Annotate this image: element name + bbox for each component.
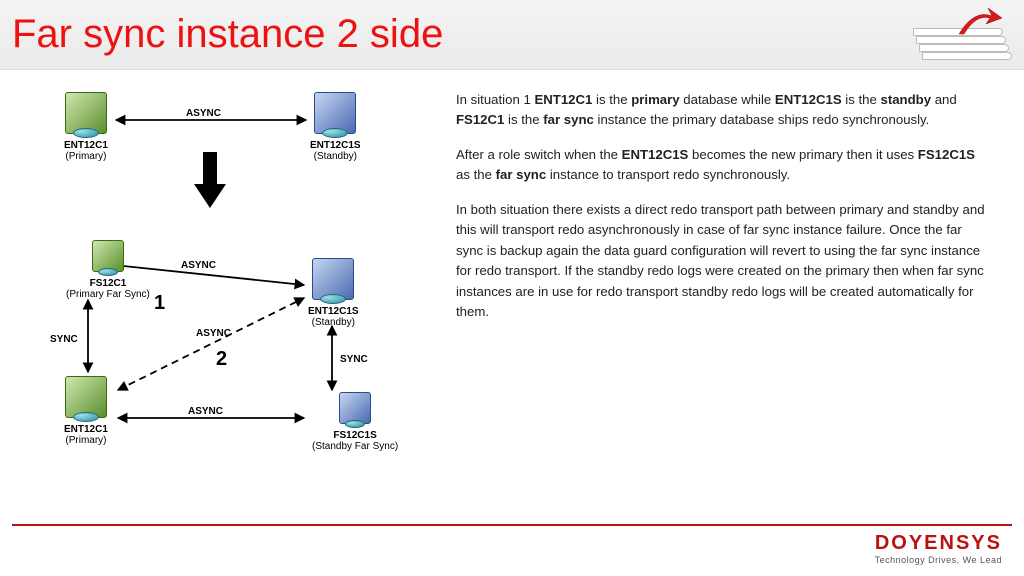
situation-2-label: 2	[216, 348, 227, 371]
paragraph-1: In situation 1 ENT12C1 is the primary da…	[456, 90, 990, 131]
node-label: ENT12C1S	[310, 140, 361, 151]
paragraph-3: In both situation there exists a direct …	[456, 200, 990, 323]
node-role: (Standby)	[310, 151, 361, 162]
transition-arrow-icon	[194, 152, 226, 208]
svg-text:SYNC: SYNC	[340, 354, 368, 365]
brand-name: DOYENSYS	[875, 532, 1002, 555]
node-ent12c1-primary-top: ENT12C1 (Primary)	[64, 92, 108, 162]
situation-1-label: 1	[154, 292, 165, 315]
node-role: (Primary)	[64, 435, 108, 446]
node-ent12c1s-standby: ENT12C1S (Standby)	[308, 258, 359, 328]
node-fs12c1: FS12C1 (Primary Far Sync)	[66, 240, 150, 300]
node-role: (Standby Far Sync)	[312, 441, 398, 452]
header-bar: Far sync instance 2 side	[0, 0, 1024, 70]
node-role: (Primary)	[64, 151, 108, 162]
svg-text:ASYNC: ASYNC	[181, 260, 216, 271]
content-area: ASYNC ASYNC SYNC ASYNC ASYNC SYNC	[0, 70, 1024, 470]
description-text: In situation 1 ENT12C1 is the primary da…	[456, 90, 1008, 470]
svg-text:ASYNC: ASYNC	[188, 406, 223, 417]
header-logo	[892, 10, 1012, 60]
node-label: ENT12C1	[64, 424, 108, 435]
red-arrow-icon	[954, 4, 1004, 40]
node-fs12c1s: FS12C1S (Standby Far Sync)	[312, 392, 398, 452]
node-role: (Standby)	[308, 317, 359, 328]
svg-text:ASYNC: ASYNC	[196, 328, 231, 339]
node-label: FS12C1S	[312, 430, 398, 441]
page-title: Far sync instance 2 side	[12, 12, 443, 57]
node-label: ENT12C1	[64, 140, 108, 151]
edge-label: ASYNC	[186, 108, 221, 119]
svg-text:SYNC: SYNC	[50, 334, 78, 345]
node-ent12c1s-standby-top: ENT12C1S (Standby)	[310, 92, 361, 162]
footer-logo: DOYENSYS Technology Drives, We Lead	[875, 532, 1002, 565]
node-ent12c1-primary: ENT12C1 (Primary)	[64, 376, 108, 446]
node-label: ENT12C1S	[308, 306, 359, 317]
footer-divider	[12, 524, 1012, 526]
footer: DOYENSYS Technology Drives, We Lead	[0, 524, 1024, 572]
architecture-diagram: ASYNC ASYNC SYNC ASYNC ASYNC SYNC	[16, 90, 436, 470]
brand-tagline: Technology Drives, We Lead	[875, 555, 1002, 565]
paragraph-2: After a role switch when the ENT12C1S be…	[456, 145, 990, 186]
node-label: FS12C1	[66, 278, 150, 289]
node-role: (Primary Far Sync)	[66, 289, 150, 300]
